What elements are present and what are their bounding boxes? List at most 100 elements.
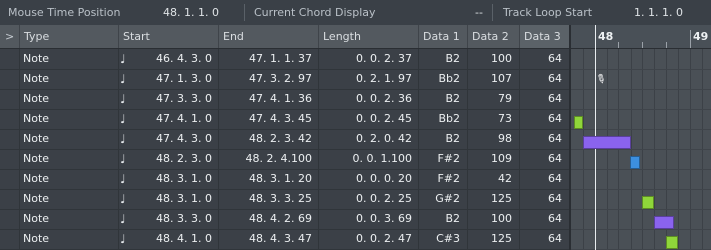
column-header-data2[interactable]: Data 2 xyxy=(467,25,519,48)
start-cell[interactable]: 48. 3. 1. 0 xyxy=(118,169,218,189)
data1-cell[interactable]: G#2 xyxy=(418,189,467,209)
event-type-cell[interactable]: Note ♩ xyxy=(19,189,126,209)
event-type-cell[interactable]: Note ♩ xyxy=(19,69,126,89)
event-row[interactable]: Note ♩ 47. 4. 1. 0 47. 4. 3. 45 0. 0. 2. 45 B… xyxy=(0,109,569,130)
data3-cell[interactable]: 64 xyxy=(519,109,569,129)
end-cell[interactable]: 47. 4. 1. 36 xyxy=(218,89,318,109)
data3-cell-text: 64 xyxy=(548,132,562,145)
event-row[interactable]: Note ♩ 48. 3. 1. 0 48. 3. 3. 25 0. 0. 2. 25 G… xyxy=(0,189,569,210)
data2-cell[interactable]: 107 xyxy=(467,69,519,89)
event-type-cell[interactable]: Note ♩ xyxy=(19,49,126,69)
column-header-data3[interactable]: Data 3 xyxy=(519,25,569,48)
event-row[interactable]: Note ♩ 47. 4. 3. 0 48. 2. 3. 42 0. 2. 0. 42 B… xyxy=(0,129,569,150)
end-cell[interactable]: 48. 2. 4.100 xyxy=(218,149,318,169)
start-cell[interactable]: 48. 2. 3. 0 xyxy=(118,149,218,169)
data3-cell[interactable]: 64 xyxy=(519,89,569,109)
start-cell[interactable]: 47. 4. 1. 0 xyxy=(118,109,218,129)
note-event[interactable] xyxy=(654,216,674,229)
data1-cell[interactable]: B2 xyxy=(418,129,467,149)
data2-cell[interactable]: 42 xyxy=(467,169,519,189)
note-event[interactable] xyxy=(630,156,640,169)
mouse-time-value[interactable]: 48. 1. 1. 0 xyxy=(163,0,219,25)
data2-cell[interactable]: 79 xyxy=(467,89,519,109)
event-type-cell[interactable]: Note ♩ xyxy=(19,169,126,189)
end-cell[interactable]: 48. 3. 1. 20 xyxy=(218,169,318,189)
data1-cell[interactable]: B2 xyxy=(418,89,467,109)
length-cell[interactable]: 0. 0. 0. 20 xyxy=(318,169,418,189)
data2-cell[interactable]: 73 xyxy=(467,109,519,129)
data3-cell[interactable]: 64 xyxy=(519,189,569,209)
note-event[interactable] xyxy=(574,116,583,129)
column-header-length[interactable]: Length xyxy=(318,25,418,48)
event-type-cell[interactable]: Note ♩ xyxy=(19,129,126,149)
start-cell[interactable]: 47. 3. 3. 0 xyxy=(118,89,218,109)
length-cell[interactable]: 0. 0. 3. 69 xyxy=(318,209,418,229)
event-row[interactable]: Note ♩ 47. 3. 3. 0 47. 4. 1. 36 0. 0. 2. 36 B… xyxy=(0,89,569,110)
loop-start-value[interactable]: 1. 1. 1. 0 xyxy=(634,0,683,25)
data1-cell[interactable]: F#2 xyxy=(418,149,467,169)
event-type-cell[interactable]: Note ♩ xyxy=(19,209,126,229)
event-type-cell[interactable]: Note ♩ xyxy=(19,149,126,169)
start-cell[interactable]: 48. 3. 1. 0 xyxy=(118,189,218,209)
data2-cell[interactable]: 100 xyxy=(467,209,519,229)
data2-cell[interactable]: 98 xyxy=(467,129,519,149)
length-cell[interactable]: 0. 0. 2. 37 xyxy=(318,49,418,69)
data2-cell[interactable]: 125 xyxy=(467,189,519,209)
data1-cell[interactable]: B2 xyxy=(418,209,467,229)
start-cell[interactable]: 47. 4. 3. 0 xyxy=(118,129,218,149)
length-cell[interactable]: 0. 0. 2. 47 xyxy=(318,229,418,249)
length-cell[interactable]: 0. 0. 2. 45 xyxy=(318,109,418,129)
start-cell[interactable]: 47. 1. 3. 0 xyxy=(118,69,218,89)
length-cell[interactable]: 0. 2. 1. 97 xyxy=(318,69,418,89)
end-cell[interactable]: 48. 4. 3. 47 xyxy=(218,229,318,249)
data2-cell[interactable]: 125 xyxy=(467,229,519,249)
event-type-cell[interactable]: Note ♩ xyxy=(19,229,126,249)
event-type-cell[interactable]: Note ♩ xyxy=(19,109,126,129)
data2-cell[interactable]: 100 xyxy=(467,49,519,69)
data3-cell[interactable]: 64 xyxy=(519,129,569,149)
data1-cell[interactable]: B2 xyxy=(418,49,467,69)
data3-cell[interactable]: 64 xyxy=(519,169,569,189)
data3-cell[interactable]: 64 xyxy=(519,229,569,249)
expand-columns-button[interactable]: > xyxy=(0,25,19,48)
length-cell[interactable]: 0. 2. 0. 42 xyxy=(318,129,418,149)
piano-roll-view[interactable]: 48 49 ✎ xyxy=(569,25,711,250)
event-row[interactable]: Note ♩ 46. 4. 3. 0 47. 1. 1. 37 0. 0. 2. 37 B… xyxy=(0,49,569,70)
length-cell[interactable]: 0. 0. 1.100 xyxy=(318,149,418,169)
data3-cell-text: 64 xyxy=(548,232,562,245)
end-cell[interactable]: 47. 3. 2. 97 xyxy=(218,69,318,89)
data2-cell[interactable]: 109 xyxy=(467,149,519,169)
column-header-start[interactable]: Start xyxy=(118,25,218,48)
data1-cell[interactable]: Bb2 xyxy=(418,69,467,89)
end-cell[interactable]: 47. 4. 3. 45 xyxy=(218,109,318,129)
event-type-cell[interactable]: Note ♩ xyxy=(19,89,126,109)
data3-cell[interactable]: 64 xyxy=(519,209,569,229)
column-header-end[interactable]: End xyxy=(218,25,318,48)
end-cell[interactable]: 48. 2. 3. 42 xyxy=(218,129,318,149)
note-event[interactable] xyxy=(642,196,654,209)
event-row[interactable]: Note ♩ 47. 1. 3. 0 47. 3. 2. 97 0. 2. 1. 97 B… xyxy=(0,69,569,90)
start-cell[interactable]: 46. 4. 3. 0 xyxy=(118,49,218,69)
end-cell[interactable]: 48. 4. 2. 69 xyxy=(218,209,318,229)
note-event[interactable] xyxy=(666,236,678,249)
end-cell[interactable]: 48. 3. 3. 25 xyxy=(218,189,318,209)
data3-cell[interactable]: 64 xyxy=(519,149,569,169)
column-header-type[interactable]: Type xyxy=(19,25,118,48)
event-row[interactable]: Note ♩ 48. 2. 3. 0 48. 2. 4.100 0. 0. 1.100 F… xyxy=(0,149,569,170)
column-header-data1[interactable]: Data 1 xyxy=(418,25,467,48)
event-row[interactable]: Note ♩ 48. 3. 1. 0 48. 3. 1. 20 0. 0. 0. 20 F… xyxy=(0,169,569,190)
event-row[interactable]: Note ♩ 48. 3. 3. 0 48. 4. 2. 69 0. 0. 3. 69 B… xyxy=(0,209,569,230)
data1-cell[interactable]: F#2 xyxy=(418,169,467,189)
data1-cell[interactable]: Bb2 xyxy=(418,109,467,129)
event-row[interactable]: Note ♩ 48. 4. 1. 0 48. 4. 3. 47 0. 0. 2. 47 C… xyxy=(0,229,569,250)
length-cell[interactable]: 0. 0. 2. 36 xyxy=(318,89,418,109)
timeline-ruler[interactable]: 48 49 xyxy=(571,25,711,49)
start-cell[interactable]: 48. 4. 1. 0 xyxy=(118,229,218,249)
data1-cell[interactable]: C#3 xyxy=(418,229,467,249)
start-cell[interactable]: 48. 3. 3. 0 xyxy=(118,209,218,229)
note-event[interactable] xyxy=(583,136,631,149)
data3-cell[interactable]: 64 xyxy=(519,49,569,69)
data3-cell[interactable]: 64 xyxy=(519,69,569,89)
length-cell[interactable]: 0. 0. 2. 25 xyxy=(318,189,418,209)
end-cell[interactable]: 47. 1. 1. 37 xyxy=(218,49,318,69)
